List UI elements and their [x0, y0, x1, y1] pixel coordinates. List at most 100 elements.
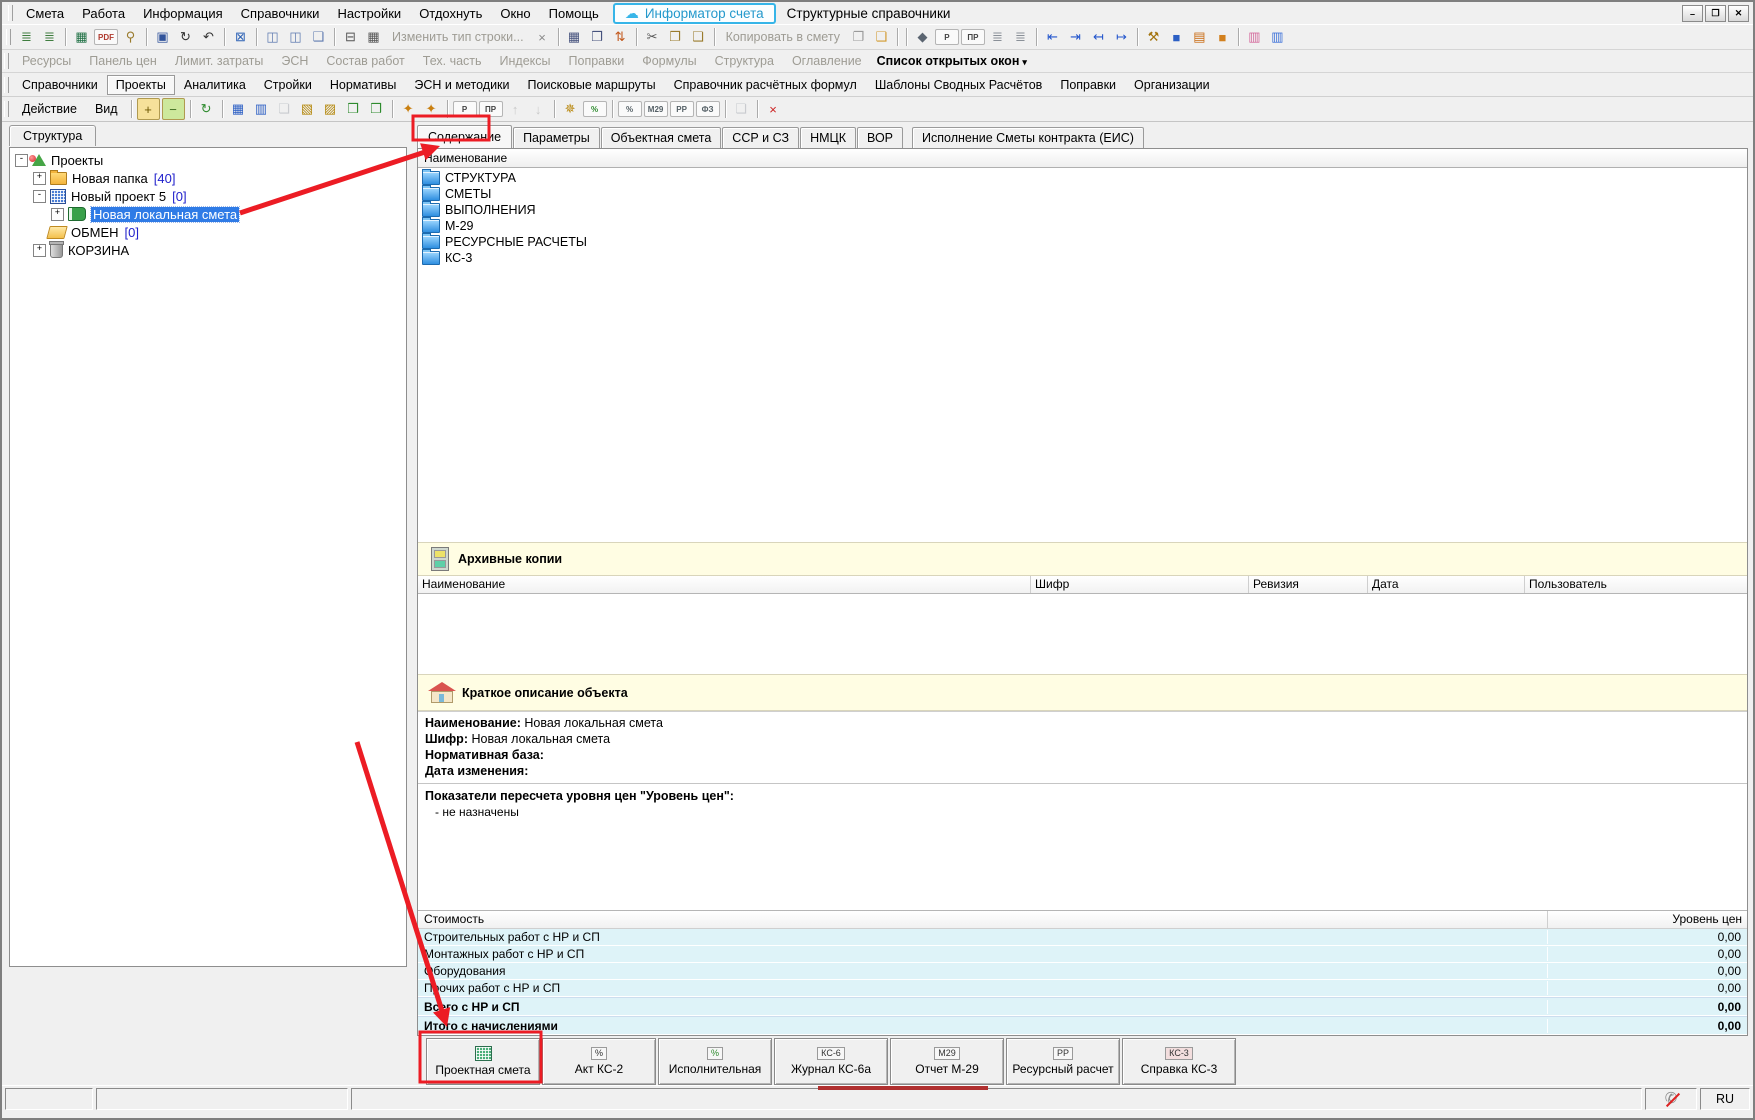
undo-icon[interactable]: ↶ — [198, 27, 219, 47]
excel-export-icon[interactable]: ▦ — [71, 27, 92, 47]
column-header-date[interactable]: Дата — [1368, 576, 1525, 593]
cut-icon[interactable]: ✂ — [642, 27, 663, 47]
transport-icon[interactable]: ■ — [1212, 27, 1233, 47]
recalc-icon[interactable]: ❒ — [587, 27, 608, 47]
tree-item-new-folder[interactable]: + Новая папка [40] — [10, 169, 406, 187]
tree-delete-icon[interactable]: ≣ — [1010, 27, 1031, 47]
reference-ks3-button[interactable]: КС-3 Справка КС-3 — [1122, 1038, 1236, 1085]
tree-item-exchange[interactable]: ОБМЕН [0] — [10, 223, 406, 241]
tab-nmck[interactable]: НМЦК — [800, 127, 856, 148]
sort-icon[interactable]: ⇅ — [610, 27, 631, 47]
expand-toggle[interactable]: + — [33, 244, 46, 257]
project-list-icon[interactable]: ▥ — [251, 99, 272, 119]
refresh-tree-icon[interactable]: ↻ — [196, 99, 217, 119]
workspace-tab-1[interactable]: Проекты — [107, 75, 175, 95]
resource-pr-icon[interactable]: ПР — [961, 29, 985, 45]
collapse-toggle[interactable]: - — [33, 190, 46, 203]
keyboard-language-indicator[interactable]: RU — [1700, 1088, 1750, 1110]
menu-item-7[interactable]: Помощь — [540, 4, 608, 23]
column-header-code[interactable]: Шифр — [1031, 576, 1249, 593]
pdf-export-icon[interactable]: PDF — [94, 29, 118, 45]
outdent-first-icon[interactable]: ⇤ — [1042, 27, 1063, 47]
close-button[interactable]: ✕ — [1728, 5, 1749, 22]
menu-item-2[interactable]: Информация — [134, 4, 232, 23]
action-menu[interactable]: Действие — [13, 99, 86, 119]
collapse-toggle[interactable]: - — [15, 154, 28, 167]
m29-report-icon[interactable]: М29 — [644, 101, 668, 117]
row-type-icon[interactable]: ▦ — [363, 27, 384, 47]
methodics-books-icon[interactable]: ▥ — [1244, 27, 1265, 47]
column-header-name[interactable]: Наименование — [418, 576, 1031, 593]
book-gear-icon[interactable]: ◆ — [912, 27, 933, 47]
workspace-tab-2[interactable]: Аналитика — [175, 75, 255, 95]
report-m29-button[interactable]: М29 Отчет М-29 — [890, 1038, 1004, 1085]
tree-item-new-local-estimate[interactable]: + Новая локальная смета — [10, 205, 406, 223]
refresh-icon[interactable]: ↻ — [175, 27, 196, 47]
export-icon[interactable]: ▨ — [320, 99, 341, 119]
menu-item-1[interactable]: Работа — [73, 4, 134, 23]
collapse-all-icon[interactable]: − — [162, 98, 185, 120]
tab-object-estimate[interactable]: Объектная смета — [601, 127, 722, 148]
lock-icon[interactable]: ⊠ — [230, 27, 251, 47]
paste-icon[interactable]: ❑ — [688, 27, 709, 47]
expand-toggle[interactable]: + — [51, 208, 64, 221]
print-icon[interactable]: ⊟ — [340, 27, 361, 47]
close-red-icon[interactable]: × — [763, 99, 784, 119]
workspace-tab-3[interactable]: Стройки — [255, 75, 321, 95]
act-percent-icon[interactable]: % — [618, 101, 642, 117]
workspace-tab-8[interactable]: Шаблоны Сводных Расчётов — [866, 75, 1052, 95]
list-item-ks3[interactable]: КС-3 — [418, 250, 1747, 266]
calculator-icon[interactable]: ▦ — [564, 27, 585, 47]
tab-contract-execution[interactable]: Исполнение Сметы контракта (ЕИС) — [912, 127, 1144, 148]
workspace-tab-7[interactable]: Справочник расчётных формул — [665, 75, 866, 95]
expand-all-icon[interactable]: + — [137, 98, 160, 120]
tree-item-projects[interactable]: - Проекты — [10, 151, 406, 169]
tree-item-new-project-5[interactable]: - Новый проект 5 [0] — [10, 187, 406, 205]
workspace-tab-5[interactable]: ЭСН и методики — [405, 75, 518, 95]
column-header-revision[interactable]: Ревизия — [1249, 576, 1368, 593]
tab-parameters[interactable]: Параметры — [513, 127, 600, 148]
percent-table-icon[interactable]: % — [583, 101, 607, 117]
workspace-tab-9[interactable]: Поправки — [1051, 75, 1125, 95]
save-icon[interactable]: ▣ — [152, 27, 173, 47]
new-estimate-icon[interactable]: ❒ — [343, 99, 364, 119]
list-item-estimates[interactable]: СМЕТЫ — [418, 186, 1747, 202]
executive-button[interactable]: % Исполнительная — [658, 1038, 772, 1085]
menu-item-3[interactable]: Справочники — [232, 4, 329, 23]
menu-item-4[interactable]: Настройки — [328, 4, 410, 23]
tab-vor[interactable]: ВОР — [857, 127, 903, 148]
menu-item-0[interactable]: Смета — [17, 4, 73, 23]
tools-icon[interactable]: ⚒ — [1143, 27, 1164, 47]
workspace-tab-0[interactable]: Справочники — [13, 75, 107, 95]
mode-p-icon[interactable]: P — [453, 101, 477, 117]
machines-icon[interactable]: ■ — [1166, 27, 1187, 47]
tree-add-node-icon[interactable]: ≣ — [39, 27, 60, 47]
indent-icon[interactable]: ↦ — [1111, 27, 1132, 47]
tab-structure[interactable]: Структура — [9, 125, 96, 146]
account-informer-button[interactable]: ☁ Информатор счета — [613, 3, 776, 24]
project-wizard-icon[interactable]: ✦ — [421, 99, 442, 119]
contents-column-header[interactable]: Наименование — [418, 149, 1747, 168]
resource-calc-button[interactable]: РР Ресурсный расчет — [1006, 1038, 1120, 1085]
pp-report-icon[interactable]: РР — [670, 101, 694, 117]
list-item-executions[interactable]: ВЫПОЛНЕНИЯ — [418, 202, 1747, 218]
search-icon[interactable]: ⚲ — [120, 27, 141, 47]
paste-fragment-icon[interactable]: ❑ — [871, 27, 892, 47]
open-estimate-icon[interactable]: ❒ — [366, 99, 387, 119]
column-header-user[interactable]: Пользователь — [1525, 576, 1747, 593]
menu-item-5[interactable]: Отдохнуть — [410, 4, 491, 23]
materials-icon[interactable]: ▤ — [1189, 27, 1210, 47]
copy-fragment-icon[interactable]: ❐ — [848, 27, 869, 47]
estimate-wizard-icon[interactable]: ✦ — [398, 99, 419, 119]
insert-row-icon[interactable]: ◫ — [262, 27, 283, 47]
cancel-icon[interactable]: × — [532, 27, 553, 47]
index-wizard-icon[interactable]: ✵ — [560, 99, 581, 119]
import-icon[interactable]: ▧ — [297, 99, 318, 119]
indent-up-icon[interactable]: ⇥ — [1065, 27, 1086, 47]
copy-icon[interactable]: ❐ — [665, 27, 686, 47]
act-ks2-button[interactable]: % Акт КС-2 — [542, 1038, 656, 1085]
menu-item-6[interactable]: Окно — [491, 4, 539, 23]
outdent-icon[interactable]: ↤ — [1088, 27, 1109, 47]
fz-report-icon[interactable]: ФЗ — [696, 101, 720, 117]
note-icon[interactable]: ❑ — [308, 27, 329, 47]
